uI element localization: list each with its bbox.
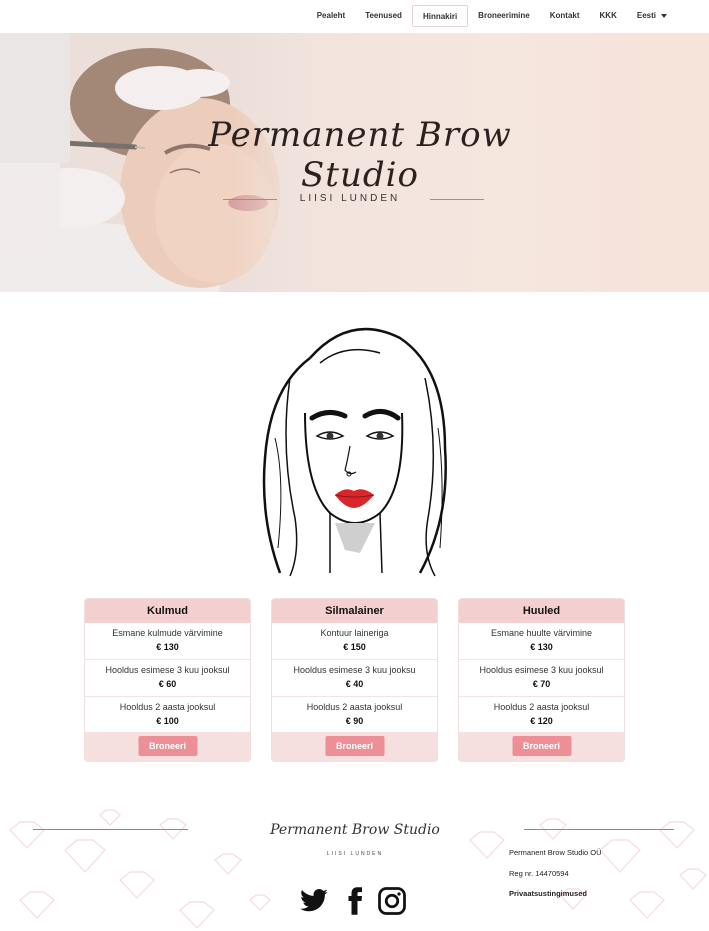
price-row: Hooldus 2 aasta jooksul € 100 [85, 697, 250, 734]
nav-item-label: Hinnakiri [422, 12, 458, 21]
top-navigation: Pealeht Teenused Hinnakiri Broneerimine … [0, 0, 709, 33]
nav-menu: Pealeht Teenused Hinnakiri Broneerimine … [307, 5, 677, 27]
language-label: Eesti [636, 11, 656, 20]
nav-item-kontakt[interactable]: Kontakt [540, 5, 590, 27]
price-row: Esmane huulte värvimine € 130 [459, 623, 624, 660]
service-price: € 130 [156, 642, 179, 652]
nav-item-label: Kontakt [549, 11, 580, 20]
nav-item-label: Teenused [365, 11, 402, 20]
hero-title: Permanent Brow Studio [208, 115, 512, 195]
service-name: Kontuur laineriga [320, 628, 389, 638]
service-name: Esmane kulmude värvimine [112, 628, 223, 638]
service-price: € 150 [343, 642, 366, 652]
privacy-policy-link[interactable]: Privaatsustingimused [509, 889, 587, 898]
price-row: Hooldus esimese 3 kuu jooksul € 70 [459, 660, 624, 697]
book-button[interactable]: Broneeri [512, 736, 571, 756]
service-price: € 70 [532, 679, 551, 689]
instagram-icon[interactable] [377, 886, 407, 916]
nav-item-kkk[interactable]: KKK [590, 5, 627, 27]
nav-item-teenused[interactable]: Teenused [355, 5, 412, 27]
registration-number: Reg nr. 14470594 [509, 869, 569, 878]
price-row: Hooldus 2 aasta jooksul € 90 [272, 697, 437, 734]
card-footer: Broneeri [459, 732, 624, 761]
nav-item-hinnakiri[interactable]: Hinnakiri [411, 5, 469, 27]
price-row: Hooldus esimese 3 kuu jooksu € 40 [272, 660, 437, 697]
hero-banner: Permanent Brow Studio LIISI LUNDEN [0, 33, 709, 292]
service-name: Hooldus esimese 3 kuu jooksul [479, 665, 604, 675]
price-row: Esmane kulmude värvimine € 130 [85, 623, 250, 660]
footer: Permanent Brow Studio LIISI LUNDEN Perma… [0, 800, 709, 931]
card-footer: Broneeri [272, 732, 437, 761]
card-title: Huuled [459, 599, 624, 623]
price-card-silmalainer: Silmalainer Kontuur laineriga € 150 Hool… [271, 598, 438, 762]
service-price: € 60 [158, 679, 177, 689]
footer-divider-right [524, 829, 674, 830]
footer-logo-subtitle: LIISI LUNDEN [326, 851, 384, 857]
nav-item-pealeht[interactable]: Pealeht [307, 5, 355, 27]
service-price: € 90 [345, 716, 364, 726]
book-button[interactable]: Broneeri [138, 736, 197, 756]
hero-divider-right [430, 199, 484, 200]
card-footer: Broneeri [85, 732, 250, 761]
footer-logo: Permanent Brow Studio [270, 822, 440, 838]
facebook-icon[interactable] [340, 886, 370, 916]
card-title: Kulmud [85, 599, 250, 623]
service-name: Esmane huulte värvimine [490, 628, 593, 638]
service-name: Hooldus 2 aasta jooksul [306, 702, 403, 712]
price-row: Hooldus 2 aasta jooksul € 120 [459, 697, 624, 734]
nav-item-label: KKK [599, 11, 617, 20]
nav-item-broneerimine[interactable]: Broneerimine [468, 5, 540, 27]
company-name: Permanent Brow Studio OÜ [509, 848, 602, 857]
card-title: Silmalainer [272, 599, 437, 623]
price-card-huuled: Huuled Esmane huulte värvimine € 130 Hoo… [458, 598, 625, 762]
nav-item-label: Broneerimine [478, 11, 530, 20]
footer-divider-left [33, 829, 188, 830]
twitter-icon[interactable] [299, 886, 329, 916]
service-name: Hooldus 2 aasta jooksul [493, 702, 590, 712]
language-dropdown[interactable]: Eesti [627, 5, 677, 27]
service-name: Hooldus esimese 3 kuu jooksul [105, 665, 230, 675]
price-card-kulmud: Kulmud Esmane kulmude värvimine € 130 Ho… [84, 598, 251, 762]
service-name: Hooldus esimese 3 kuu jooksu [293, 665, 416, 675]
book-button[interactable]: Broneeri [325, 736, 384, 756]
price-row: Hooldus esimese 3 kuu jooksul € 60 [85, 660, 250, 697]
service-price: € 40 [345, 679, 364, 689]
price-row: Kontuur laineriga € 150 [272, 623, 437, 660]
service-price: € 100 [156, 716, 179, 726]
nav-item-label: Pealeht [316, 11, 346, 20]
chevron-down-icon [661, 13, 667, 18]
service-price: € 120 [530, 716, 553, 726]
service-price: € 130 [530, 642, 553, 652]
service-name: Hooldus 2 aasta jooksul [119, 702, 216, 712]
face-illustration [262, 327, 447, 577]
